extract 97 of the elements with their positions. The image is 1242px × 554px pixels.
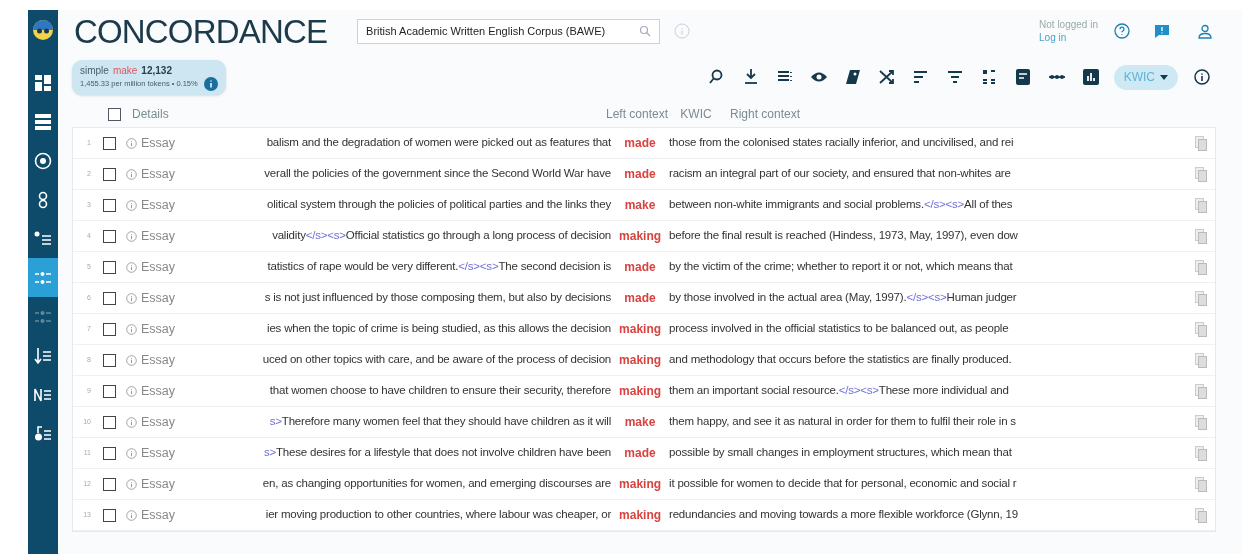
select-all-checkbox[interactable]: [108, 107, 121, 121]
left-context: olitical system through the policies of political parties and the links they: [266, 197, 612, 213]
view-mode-dropdown[interactable]: KWIC: [1113, 64, 1178, 90]
row-checkbox[interactable]: [103, 322, 116, 336]
left-context: validity</s><s>Official statistics go through a long process of decision: [271, 228, 612, 244]
source-link[interactable]: Essay: [141, 505, 176, 525]
column-header: Details: [132, 106, 170, 123]
shuffle-icon[interactable]: [877, 68, 896, 86]
source-link[interactable]: Essay: [141, 133, 176, 153]
left-context: that women choose to have children to ensure their security, therefore: [268, 383, 612, 399]
caret-icon: [1160, 74, 1168, 80]
column-header: Left context: [604, 106, 668, 123]
list-icon: [34, 112, 52, 131]
right-context: by the victim of the crime; whether to report it or not, which means that: [669, 259, 1014, 275]
keyword[interactable]: making: [611, 475, 670, 493]
document-icon[interactable]: [1013, 68, 1032, 86]
keyword[interactable]: made: [611, 258, 670, 276]
keyword[interactable]: make: [611, 413, 670, 431]
source-link[interactable]: Essay: [141, 164, 176, 184]
row-checkbox[interactable]: [103, 384, 116, 398]
keyword[interactable]: made: [611, 444, 670, 462]
source-link[interactable]: Essay: [141, 226, 176, 246]
row-checkbox[interactable]: [103, 198, 116, 212]
left-context: balism and the degradation of women were picked out as features that: [265, 135, 612, 151]
app-title: CONCORDANCE: [74, 14, 328, 48]
source-link[interactable]: Essay: [141, 443, 176, 463]
keyword[interactable]: making: [611, 382, 670, 400]
bullet-list-icon: [34, 229, 52, 248]
login-status: Not logged in: [1039, 18, 1098, 31]
row-checkbox[interactable]: [103, 508, 116, 522]
right-context: redundancies and moving towards a more flexible workforce (Glynn, 19: [669, 507, 1019, 523]
column-header: Right context: [730, 106, 801, 123]
right-context: by those involved in the actual area (May, 1997).</s><s>Human judger: [669, 290, 1018, 306]
left-context: s is not just influenced by those composing them, but also by decisions: [263, 290, 612, 306]
info-icon[interactable]: [1194, 69, 1210, 85]
right-context: racism an integral part of our society, and ensured that non-whites are: [669, 166, 1012, 182]
search-icon: [639, 25, 652, 37]
source-link[interactable]: Essay: [141, 381, 176, 401]
keyword[interactable]: made: [611, 134, 670, 152]
target-icon: [34, 151, 52, 170]
row-checkbox[interactable]: [103, 353, 116, 367]
row-checkbox[interactable]: [103, 477, 116, 491]
right-context: and methodology that occurs before the statistics are finally produced.: [669, 352, 1013, 368]
dashboard-icon: [34, 73, 52, 92]
keyword[interactable]: making: [611, 320, 670, 338]
left-context: ier moving production to other countries, where labour was cheaper, or: [264, 507, 612, 523]
left-context: uced on other topics with care, and be aware of the process of decision: [261, 352, 612, 368]
source-link[interactable]: Essay: [141, 412, 176, 432]
feedback-icon[interactable]: [1154, 23, 1170, 39]
user-icon[interactable]: [1198, 23, 1212, 39]
source-link[interactable]: Essay: [141, 474, 176, 494]
sort-down-icon: [34, 346, 52, 365]
row-checkbox[interactable]: [103, 291, 116, 305]
right-context: them happy, and see it as natural in order for them to fulfil their role in s: [669, 414, 1017, 430]
login-link[interactable]: Log in: [1039, 31, 1098, 44]
bar-chart-icon[interactable]: [1081, 68, 1100, 86]
help-icon[interactable]: [1114, 23, 1130, 39]
corpus-select[interactable]: British Academic Written English Corpus (BAWE): [357, 18, 661, 44]
left-context: s>Therefore many women feel that they should have children as it will: [268, 414, 612, 430]
query-type: simple: [80, 63, 109, 77]
row-checkbox[interactable]: [103, 446, 116, 460]
source-link[interactable]: Essay: [141, 319, 176, 339]
left-context: verall the policies of the government since the Second World War have: [263, 166, 612, 182]
keyword[interactable]: making: [611, 227, 670, 245]
right-context: them an important social resource.</s><s>These more individual and: [669, 383, 1010, 399]
key-list-icon: [34, 424, 52, 443]
left-context: ies when the topic of crime is being studied, as this allows the decision: [266, 321, 612, 337]
right-context: between non-white immigrants and social problems.</s><s>All of thes: [669, 197, 1014, 213]
row-checkbox[interactable]: [103, 167, 116, 181]
right-context: those from the colonised states racially inferior, and uncivilised, and rei: [669, 135, 1015, 151]
filter-icon[interactable]: [945, 68, 964, 86]
sort-icon[interactable]: [911, 68, 930, 86]
hit-count: 12,132: [141, 63, 172, 77]
right-context: before the final result is reached (Hindess, 1973, May, 1997), even dow: [669, 228, 1019, 244]
keyword[interactable]: making: [611, 506, 670, 524]
right-context: it possible for women to decide that for personal, economic and social r: [669, 476, 1018, 492]
keyword[interactable]: made: [611, 289, 670, 307]
left-context: en, as changing opportunities for women, and emerging discourses are: [261, 476, 612, 492]
column-header: KWIC: [679, 106, 713, 123]
source-link[interactable]: Essay: [141, 288, 176, 308]
source-link[interactable]: Essay: [141, 350, 176, 370]
source-link[interactable]: Essay: [141, 257, 176, 277]
row-checkbox[interactable]: [103, 415, 116, 429]
keyword[interactable]: make: [611, 196, 670, 214]
row-checkbox[interactable]: [103, 136, 116, 150]
keyword[interactable]: made: [611, 165, 670, 183]
query-word: make: [112, 63, 138, 77]
row-checkbox[interactable]: [103, 260, 116, 274]
row-checkbox[interactable]: [103, 229, 116, 243]
right-context: process involved in the official statistics to be balanced out, as people: [669, 321, 1010, 337]
keyword[interactable]: making: [611, 351, 670, 369]
tag-icon[interactable]: [843, 68, 862, 86]
logo-icon[interactable]: [32, 19, 54, 41]
left-context: tatistics of rape would be very different.</s><s>The second decision is: [266, 259, 612, 275]
left-context: s>These desires for a lifestyle that does not involve children have been: [262, 445, 612, 461]
source-link[interactable]: Essay: [141, 195, 176, 215]
right-context: possible by small changes in employment structures, which mean that: [669, 445, 1013, 461]
